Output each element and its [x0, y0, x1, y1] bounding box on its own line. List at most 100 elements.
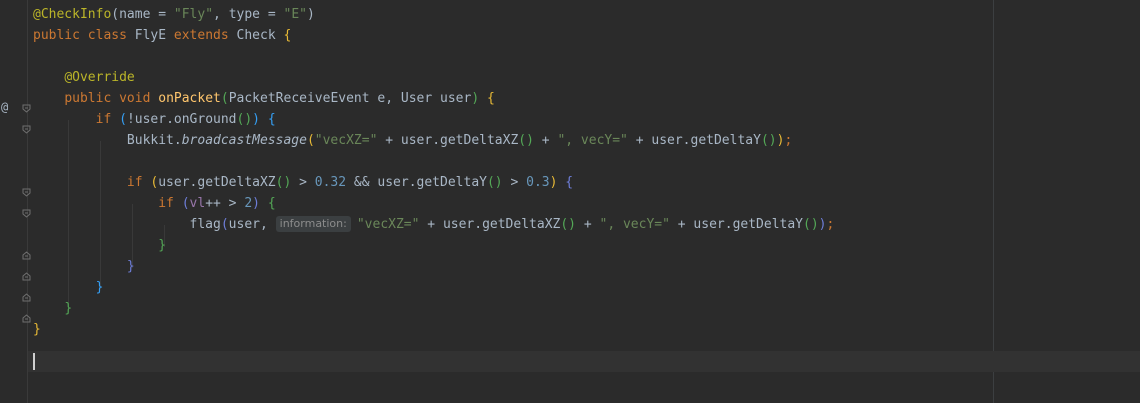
code-token: ", vecY=" — [557, 133, 628, 148]
code-token: "vecXZ=" — [356, 217, 420, 232]
code-token: onPacket — [158, 91, 221, 106]
code-token: FlyE — [126, 28, 174, 43]
code-line[interactable]: } — [33, 235, 166, 256]
fold-close-icon[interactable] — [22, 251, 31, 260]
code-token: () — [518, 133, 534, 148]
code-token: + — [576, 217, 600, 232]
code-token: "Fly" — [173, 7, 214, 22]
fold-open-icon[interactable] — [22, 104, 31, 113]
code-token: ( — [220, 217, 229, 232]
code-line[interactable]: public void onPacket(PacketReceiveEvent … — [33, 88, 495, 109]
fold-open-icon[interactable] — [22, 188, 31, 197]
code-token: 0.3 — [526, 175, 550, 190]
code-token: = — [260, 7, 284, 22]
code-token: () — [803, 217, 819, 232]
code-token: void — [119, 91, 151, 106]
code-token: > — [502, 175, 527, 190]
code-token: () — [486, 175, 503, 190]
code-line[interactable]: } — [33, 319, 41, 340]
code-token: + user.getDeltaXZ — [419, 217, 561, 232]
fold-close-icon[interactable] — [22, 272, 31, 281]
code-token: = — [150, 7, 174, 22]
code-token: vl — [189, 196, 206, 211]
code-token: { — [487, 91, 495, 106]
editor-gutter[interactable] — [0, 0, 28, 403]
code-line[interactable]: @CheckInfo(name = "Fly", type = "E") — [33, 4, 315, 25]
code-token: + user.getDeltaY — [669, 217, 804, 232]
code-token: @Override — [64, 70, 135, 85]
code-token: "E" — [283, 7, 307, 22]
code-token: () — [236, 112, 253, 127]
code-token: ( — [111, 7, 120, 22]
code-token: ", vecY=" — [599, 217, 670, 232]
code-token: + user.getDeltaXZ — [377, 133, 519, 148]
code-token: { — [267, 196, 276, 211]
code-token: 2 — [244, 196, 253, 211]
current-line-highlight — [28, 351, 1140, 372]
code-line[interactable]: } — [33, 256, 135, 277]
code-token: && user.getDeltaY — [346, 175, 487, 190]
code-token: ( — [181, 196, 190, 211]
code-token: ( — [220, 91, 229, 106]
code-token: ) — [252, 112, 260, 127]
code-token: ; — [826, 217, 835, 232]
code-token: @CheckInfo — [33, 7, 112, 22]
code-token: name — [119, 7, 151, 22]
fold-close-icon[interactable] — [22, 314, 31, 323]
code-token: ) — [818, 217, 827, 232]
code-line[interactable]: Bukkit.broadcastMessage("vecXZ=" + user.… — [33, 130, 792, 151]
code-token: ( — [306, 133, 315, 148]
code-token: + — [533, 133, 558, 148]
code-token: public — [33, 28, 80, 43]
code-token: ; — [784, 133, 793, 148]
code-token: user.getDeltaXZ — [158, 175, 276, 190]
code-token: user, — [228, 217, 276, 232]
code-token: > — [291, 175, 315, 190]
code-token: flag — [33, 217, 221, 232]
code-token: () — [560, 217, 577, 232]
parameter-hint: information: — [275, 216, 351, 232]
code-token: } — [95, 280, 104, 295]
code-token: { — [283, 28, 292, 43]
code-line[interactable]: @Override — [33, 67, 135, 88]
code-token: { — [267, 112, 276, 127]
code-token: ( — [119, 112, 127, 127]
code-line[interactable]: if (!user.onGround()) { — [33, 109, 276, 130]
code-token: } — [64, 301, 73, 316]
code-token: extends — [173, 28, 229, 43]
code-token: PacketReceiveEvent e, User user — [228, 91, 472, 106]
code-token: } — [126, 259, 135, 274]
right-margin-guide — [993, 0, 994, 403]
fold-open-icon[interactable] — [22, 209, 31, 218]
fold-open-icon[interactable] — [22, 125, 31, 134]
code-token: } — [158, 238, 167, 253]
code-token: ) — [306, 7, 315, 22]
code-line[interactable]: if (vl++ > 2) { — [33, 193, 276, 214]
code-line[interactable]: public class FlyE extends Check { — [33, 25, 291, 46]
code-token: 0.32 — [314, 175, 347, 190]
code-line[interactable]: if (user.getDeltaXZ() > 0.32 && user.get… — [33, 172, 573, 193]
override-gutter-icon[interactable]: @ — [1, 100, 8, 114]
code-token: if — [126, 175, 143, 190]
code-token: class — [87, 28, 127, 43]
code-token: !user.onGround — [126, 112, 237, 127]
code-token: if — [158, 196, 174, 211]
code-line[interactable]: } — [33, 298, 72, 319]
code-line[interactable]: } — [33, 277, 104, 298]
code-line[interactable]: flag(user, information: "vecXZ=" + user.g… — [33, 214, 834, 235]
fold-close-icon[interactable] — [22, 293, 31, 302]
code-token: () — [275, 175, 292, 190]
